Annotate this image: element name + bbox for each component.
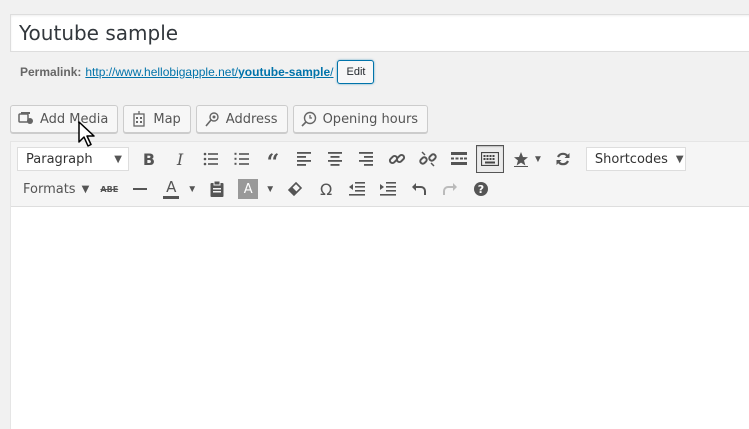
- indent-button[interactable]: [374, 175, 402, 203]
- paragraph-select[interactable]: Paragraph ▼: [17, 147, 129, 171]
- strikethrough-icon: ABE: [100, 184, 119, 194]
- remove-link-button[interactable]: [414, 145, 442, 173]
- shortcodes-select-value: Shortcodes: [594, 151, 668, 167]
- bold-button[interactable]: B: [135, 145, 163, 173]
- post-title-input[interactable]: [10, 14, 749, 52]
- edit-permalink-button[interactable]: Edit: [337, 60, 375, 84]
- clock-icon: [301, 111, 317, 127]
- italic-icon: I: [176, 149, 184, 169]
- opening-hours-button[interactable]: Opening hours: [292, 105, 429, 133]
- address-label: Address: [225, 111, 278, 127]
- align-left-icon: [297, 152, 311, 166]
- chevron-down-icon: ▼: [81, 183, 90, 195]
- address-button[interactable]: Address: [195, 105, 288, 133]
- keyboard-icon: [481, 152, 499, 166]
- editor-content-area[interactable]: [11, 207, 749, 429]
- outdent-icon: [349, 182, 366, 196]
- eraser-icon: [287, 181, 303, 197]
- numbered-list-button[interactable]: [228, 145, 256, 173]
- special-character-button[interactable]: Ω: [312, 175, 340, 203]
- paragraph-select-value: Paragraph: [26, 151, 93, 167]
- indent-icon: [380, 182, 397, 196]
- align-center-icon: [328, 152, 342, 166]
- align-right-icon: [359, 152, 373, 166]
- star-button[interactable]: [507, 145, 535, 173]
- chevron-down-icon: ▼: [114, 153, 122, 165]
- toolbar-row-2: Formats ▼ ABE A ▼ A ▼ Ω ?: [17, 175, 498, 203]
- svg-text:?: ?: [478, 183, 484, 196]
- redo-icon: [443, 183, 458, 195]
- read-more-icon: [451, 152, 467, 165]
- paste-text-button[interactable]: [203, 175, 231, 203]
- toolbar-row-1: Paragraph ▼ B I “ ▼ Shortcodes ▼: [17, 145, 692, 176]
- permalink-row: Permalink: http://www.hellobigapple.net/…: [20, 60, 375, 84]
- horizontal-line-button[interactable]: [126, 175, 154, 203]
- undo-icon: [412, 183, 427, 195]
- star-dropdown-caret-icon[interactable]: ▼: [533, 154, 543, 165]
- formats-label: Formats: [23, 181, 76, 197]
- refresh-button[interactable]: [549, 145, 577, 173]
- media-buttons: Add Media Map Address Opening hours: [10, 105, 429, 133]
- shortcodes-select[interactable]: Shortcodes ▼: [585, 147, 686, 171]
- numbered-list-icon: [234, 152, 249, 165]
- bullet-list-icon: [203, 152, 218, 166]
- map-label: Map: [153, 111, 181, 127]
- clipboard-icon: [210, 181, 224, 197]
- unlink-icon: [419, 151, 437, 167]
- omega-icon: Ω: [319, 179, 333, 199]
- bold-icon: B: [142, 149, 156, 169]
- help-icon: ?: [474, 182, 489, 196]
- editor-toolbar: Paragraph ▼ B I “ ▼ Shortcodes ▼ Formats…: [11, 142, 749, 207]
- align-right-button[interactable]: [352, 145, 380, 173]
- text-color-caret-icon[interactable]: ▼: [187, 184, 197, 195]
- chevron-down-icon: ▼: [675, 153, 684, 165]
- formats-menu-button[interactable]: Formats ▼: [17, 175, 95, 203]
- map-icon: [131, 111, 147, 127]
- horizontal-line-icon: [133, 188, 148, 190]
- toolbar-toggle-button[interactable]: [476, 145, 504, 173]
- permalink-slug: youtube-sample: [238, 65, 331, 79]
- clear-formatting-button[interactable]: [281, 175, 309, 203]
- background-color-icon: A: [238, 179, 259, 199]
- blockquote-icon: “: [266, 150, 280, 176]
- undo-button[interactable]: [405, 175, 433, 203]
- strikethrough-button[interactable]: ABE: [95, 175, 123, 203]
- map-button[interactable]: Map: [123, 105, 191, 133]
- address-icon: [204, 111, 220, 127]
- add-media-button[interactable]: Add Media: [10, 105, 119, 133]
- text-color-icon: A: [166, 177, 177, 196]
- permalink-link[interactable]: http://www.hellobigapple.net/youtube-sam…: [85, 65, 333, 79]
- link-icon: [388, 153, 406, 165]
- align-left-button[interactable]: [290, 145, 318, 173]
- editor: Paragraph ▼ B I “ ▼ Shortcodes ▼ Formats…: [10, 141, 749, 429]
- background-color-button[interactable]: A: [234, 175, 262, 203]
- redo-button[interactable]: [436, 175, 464, 203]
- text-color-swatch: [163, 195, 180, 199]
- mouse-pointer-icon: [78, 121, 95, 147]
- permalink-trail: /: [330, 65, 334, 79]
- star-icon: [514, 152, 528, 167]
- text-color-button[interactable]: A: [157, 175, 185, 203]
- opening-hours-label: Opening hours: [322, 111, 419, 127]
- permalink-label: Permalink:: [20, 65, 82, 79]
- permalink-base: http://www.hellobigapple.net/: [85, 65, 239, 79]
- help-button[interactable]: ?: [467, 175, 495, 203]
- bullet-list-button[interactable]: [197, 145, 225, 173]
- blockquote-button[interactable]: “: [259, 145, 287, 176]
- read-more-button[interactable]: [445, 145, 473, 173]
- insert-link-button[interactable]: [383, 145, 411, 173]
- add-media-icon: [18, 111, 34, 127]
- outdent-button[interactable]: [343, 175, 371, 203]
- background-color-caret-icon[interactable]: ▼: [265, 184, 275, 195]
- italic-button[interactable]: I: [166, 145, 194, 173]
- align-center-button[interactable]: [321, 145, 349, 173]
- refresh-icon: [556, 152, 570, 166]
